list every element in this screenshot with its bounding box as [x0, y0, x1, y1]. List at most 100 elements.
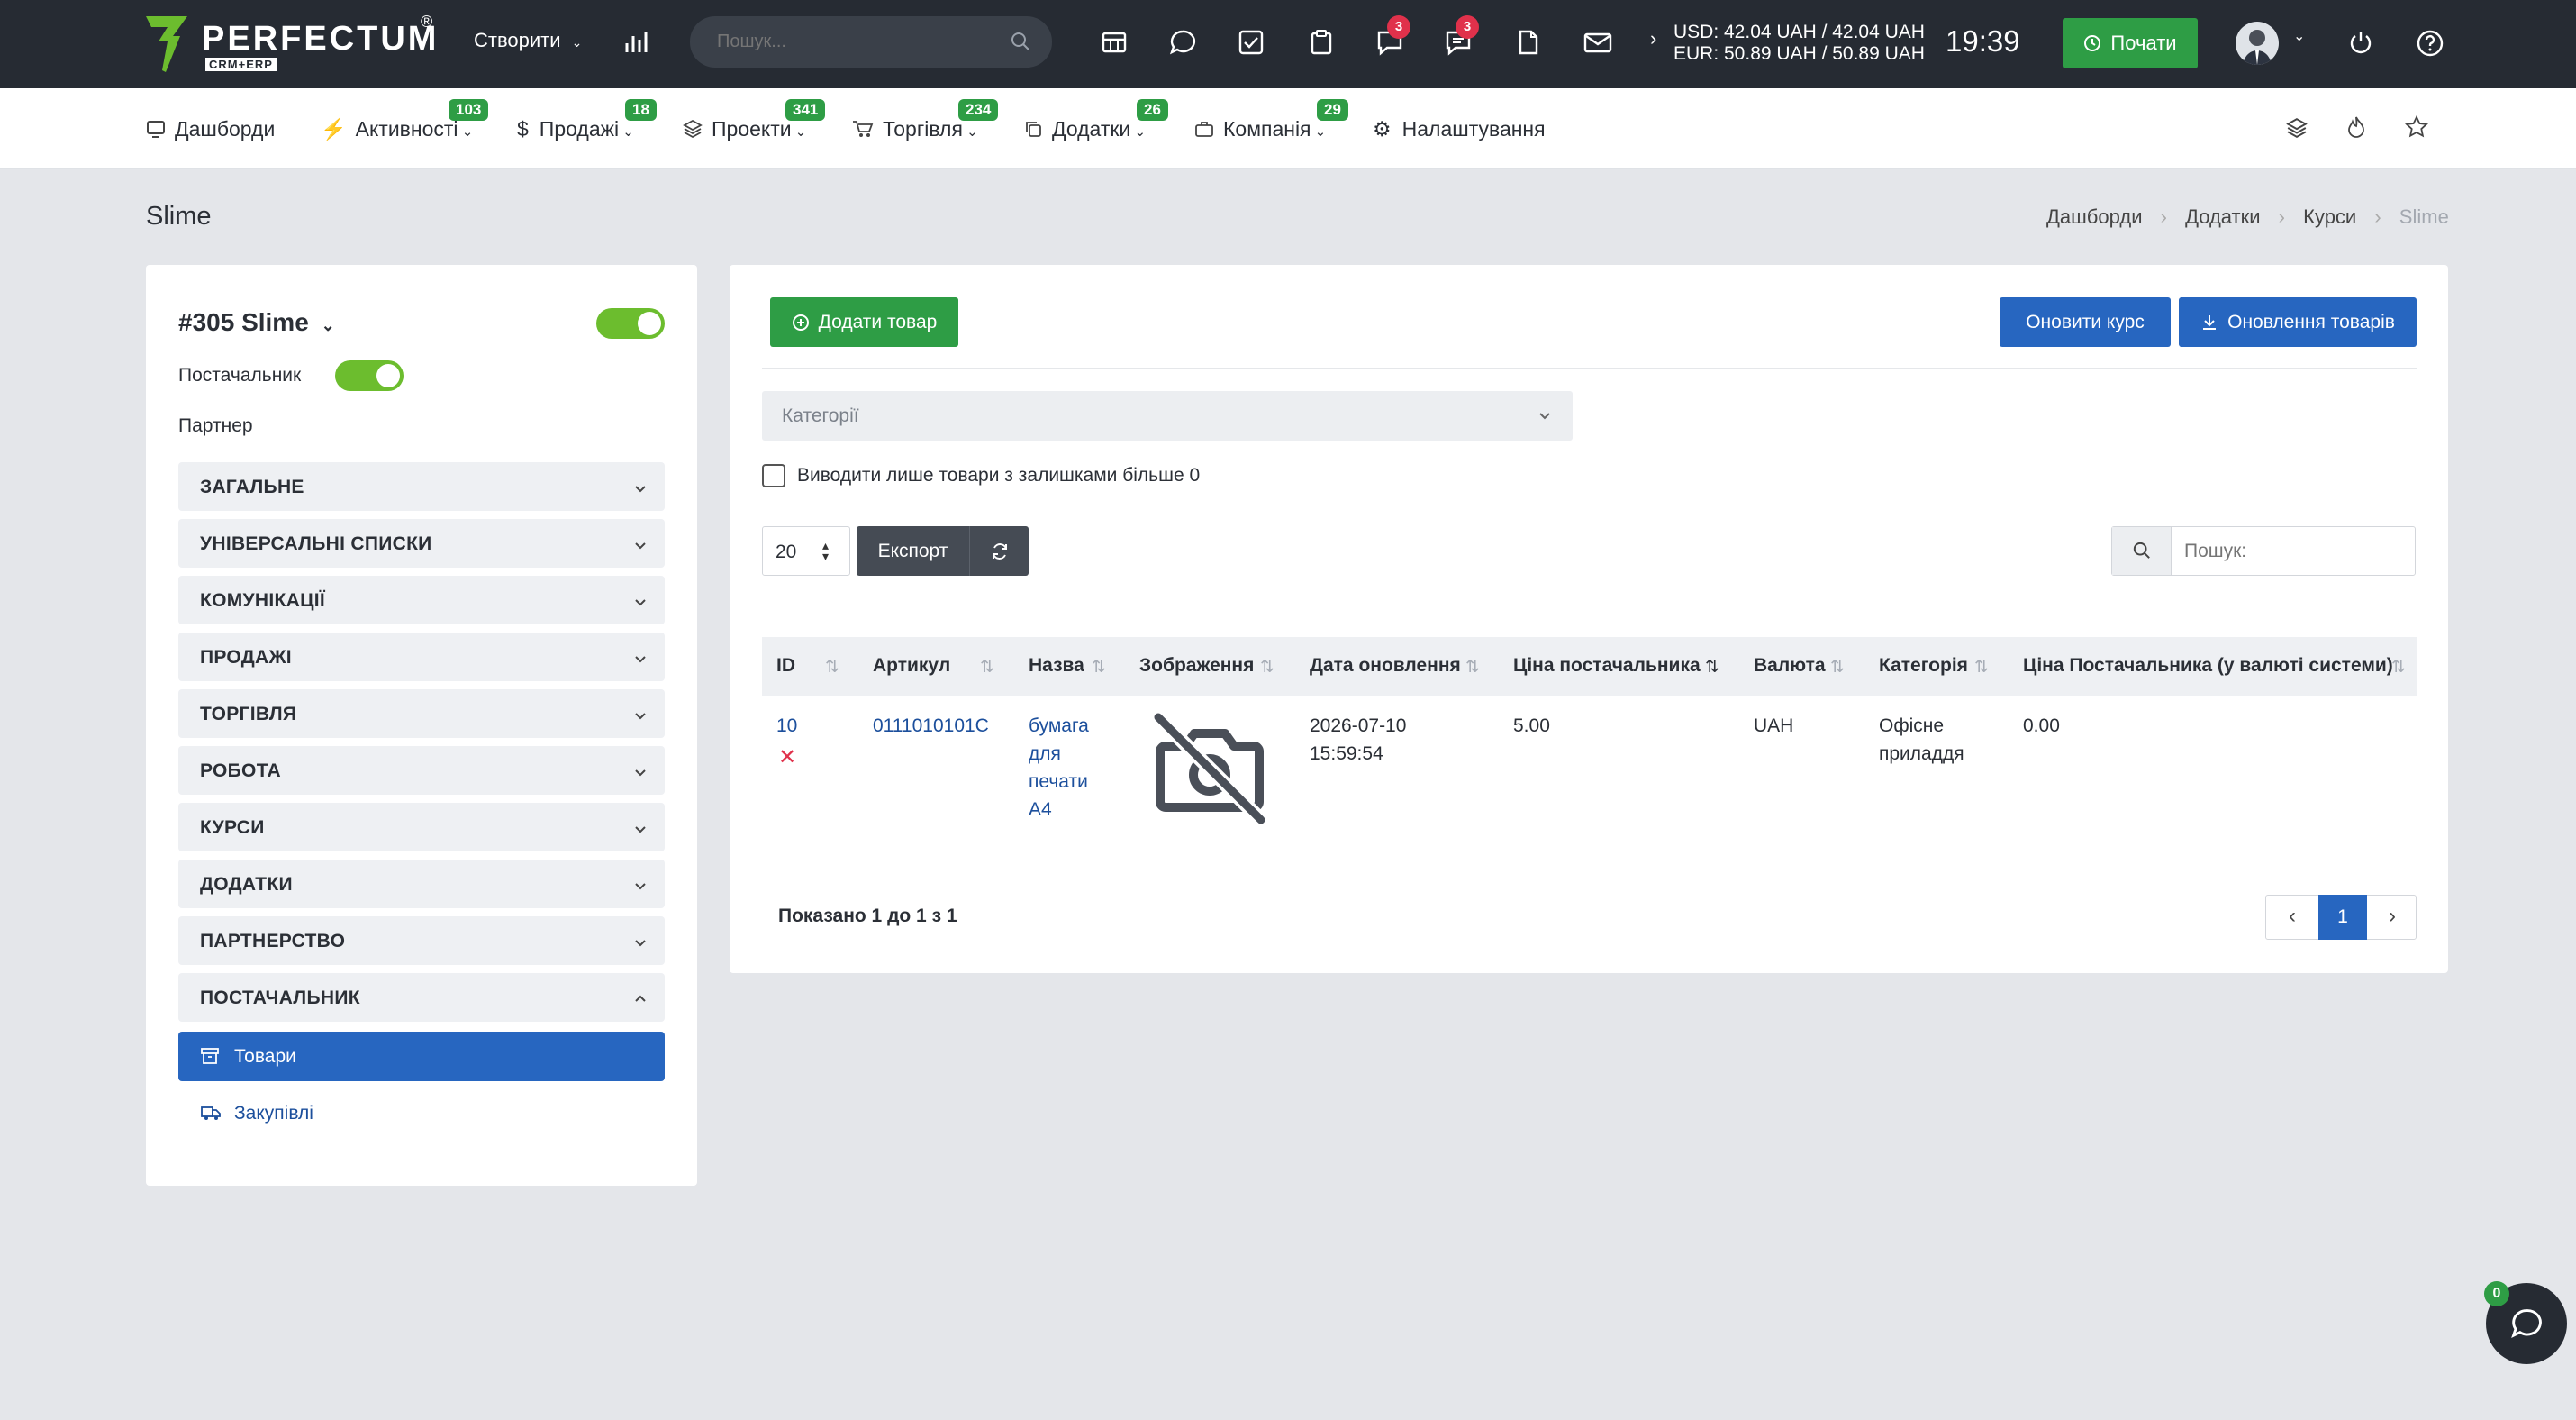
dollar-icon: $ [517, 117, 529, 141]
pagination-next-icon[interactable]: › [2367, 896, 2417, 939]
lightning-icon: ⚡ [321, 117, 347, 141]
section-general[interactable]: ЗАГАЛЬНЕ [178, 462, 665, 511]
mail-icon[interactable] [1583, 29, 1612, 56]
nav-trade[interactable]: Торгівля ⌄ [852, 117, 978, 141]
section-sales[interactable]: ПРОДАЖІ [178, 633, 665, 681]
section-work[interactable]: РОБОТА [178, 746, 665, 795]
pagination-page[interactable]: 1 [2318, 895, 2367, 940]
fire-icon[interactable] [2345, 115, 2367, 139]
divider [762, 368, 2417, 369]
sort-icon[interactable]: ⇅ [1092, 657, 1106, 678]
create-menu[interactable]: Створити ⌄ [474, 29, 582, 52]
sort-icon[interactable]: ⇅ [980, 657, 994, 678]
column-header-image[interactable]: Зображення [1139, 655, 1254, 677]
breadcrumb-item[interactable]: Додатки [2185, 205, 2260, 228]
brand-name: PERFECTUM [202, 20, 440, 58]
section-addons[interactable]: ДОДАТКИ [178, 860, 665, 908]
column-header-date[interactable]: Дата оновлення [1310, 655, 1461, 677]
row-sku[interactable]: 0111010101C [873, 712, 989, 740]
toggle-knob [376, 364, 400, 387]
refresh-button[interactable] [969, 526, 1029, 576]
task-check-icon[interactable] [1238, 29, 1265, 56]
categories-select[interactable]: Категорії [762, 391, 1573, 441]
page-size-select[interactable]: 20 ▴ ▾ [762, 526, 850, 576]
sort-icon[interactable]: ⇅ [825, 657, 839, 678]
sidebar-item-purchases[interactable]: Закупівлі [178, 1088, 665, 1138]
table-row [762, 696, 2417, 846]
nav-addons[interactable]: Додатки ⌄ [1023, 117, 1146, 141]
user-menu-chevron-icon[interactable]: ⌄ [2293, 27, 2305, 45]
star-icon[interactable] [2405, 115, 2428, 139]
rate-eur: EUR: 50.89 UAH / 50.89 UAH [1673, 43, 1925, 64]
breadcrumb-separator-icon: › [2160, 205, 2167, 228]
export-button[interactable]: Експорт [857, 526, 969, 576]
avatar[interactable] [2236, 22, 2279, 65]
section-label: ПАРТНЕРСТВО [200, 931, 346, 951]
column-header-name[interactable]: Назва [1029, 655, 1084, 677]
nav-projects[interactable]: Проекти ⌄ [683, 117, 806, 141]
sidebar-title[interactable]: #305 Slime ⌄ [178, 308, 335, 337]
chat-bubble-icon[interactable] [1169, 29, 1196, 56]
add-product-label: Додати товар [818, 311, 938, 332]
layers-icon[interactable] [2286, 117, 2308, 139]
help-icon[interactable] [2416, 29, 2444, 58]
add-product-button[interactable]: Додати товар [770, 297, 958, 347]
table-search-input[interactable] [2184, 539, 2400, 564]
nav-badge: 29 [1317, 99, 1348, 121]
column-header-sku[interactable]: Артикул [873, 655, 950, 677]
calendar-table-icon[interactable] [1101, 29, 1128, 56]
column-header-supplier-price[interactable]: Ціна постачальника [1513, 655, 1701, 677]
chevron-right-icon[interactable]: › [1650, 27, 1656, 50]
global-search-input[interactable] [717, 29, 987, 54]
column-header-id[interactable]: ID [776, 655, 795, 677]
sort-asc-icon[interactable]: ⇅ [1705, 657, 1719, 678]
section-rates[interactable]: КУРСИ [178, 803, 665, 851]
bar-chart-icon[interactable] [623, 29, 650, 56]
breadcrumb-item[interactable]: Дашборди [2046, 205, 2142, 228]
clipboard-icon[interactable] [1308, 29, 1335, 56]
search-icon[interactable] [1011, 32, 1030, 51]
table-search[interactable] [2111, 526, 2416, 576]
column-header-currency[interactable]: Валюта [1754, 655, 1826, 677]
sort-icon[interactable]: ⇅ [1974, 657, 1989, 678]
section-label: УНІВЕРСАЛЬНІ СПИСКИ [200, 533, 432, 554]
nav-settings[interactable]: ⚙ Налаштування [1373, 117, 1546, 141]
row-name[interactable]: бумага для печати А4 [1029, 712, 1089, 824]
nav-dashboards[interactable]: Дашборди [146, 117, 275, 141]
stock-filter-checkbox[interactable] [762, 464, 785, 487]
delete-icon[interactable]: ✕ [778, 744, 796, 770]
document-icon[interactable] [1515, 29, 1542, 56]
section-communications[interactable]: КОМУНІКАЦІЇ [178, 576, 665, 624]
supplier-toggle[interactable] [335, 360, 404, 391]
breadcrumb-item[interactable]: Курси [2303, 205, 2356, 228]
update-rate-button[interactable]: Оновити курс [2000, 297, 2171, 347]
pagination-prev-icon[interactable]: ‹ [2266, 896, 2318, 939]
notifications-badge: 3 [1387, 15, 1410, 39]
sidebar-item-label: Товари [234, 1046, 296, 1067]
chevron-down-icon [634, 649, 647, 670]
global-search[interactable] [690, 16, 1052, 68]
nav-activities[interactable]: ⚡ Активності ⌄ [321, 117, 473, 141]
sort-icon[interactable]: ⇅ [1260, 657, 1274, 678]
section-supplier[interactable]: ПОСТАЧАЛЬНИК [178, 973, 665, 1022]
chevron-down-icon [634, 876, 647, 897]
row-id[interactable]: 10 [776, 712, 797, 740]
chat-bubble-icon [2510, 1307, 2543, 1340]
section-trade[interactable]: ТОРГІВЛЯ [178, 689, 665, 738]
column-header-price-system[interactable]: Ціна Постачальника (у валюті системи) [2023, 655, 2393, 677]
active-toggle[interactable] [596, 308, 665, 339]
sort-icon[interactable]: ⇅ [2391, 657, 2406, 678]
copy-icon [1026, 122, 1041, 137]
sort-icon[interactable]: ⇅ [1830, 657, 1845, 678]
power-icon[interactable] [2347, 29, 2374, 56]
column-header-category[interactable]: Категорія [1879, 655, 1968, 677]
section-partnership[interactable]: ПАРТНЕРСТВО [178, 916, 665, 965]
section-universal-lists[interactable]: УНІВЕРСАЛЬНІ СПИСКИ [178, 519, 665, 568]
sort-icon[interactable]: ⇅ [1465, 657, 1480, 678]
update-products-button[interactable]: Оновлення товарів [2179, 297, 2417, 347]
start-timer-button[interactable]: Почати [2063, 18, 2198, 68]
sidebar-item-products[interactable]: Товари [178, 1032, 665, 1081]
nav-sales[interactable]: $ Продажі ⌄ [517, 117, 634, 141]
logo[interactable]: PERFECTUM ® CRM+ERP [146, 13, 443, 76]
nav-company[interactable]: Компанія ⌄ [1194, 117, 1326, 141]
